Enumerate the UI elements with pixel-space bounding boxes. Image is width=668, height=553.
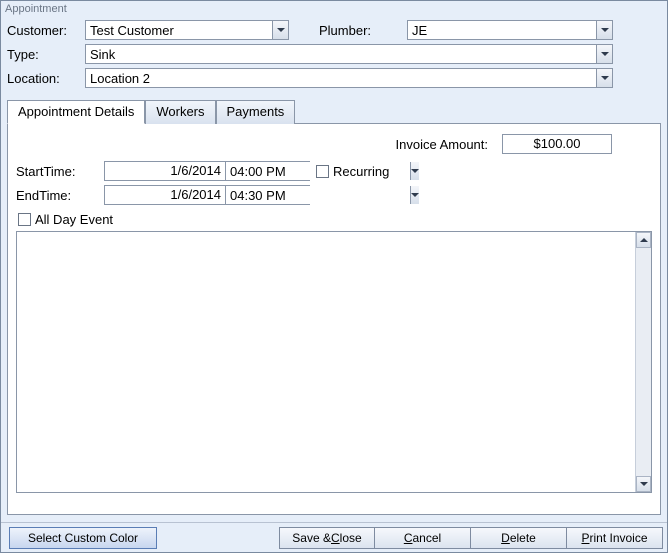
start-date-field[interactable]: 1/6/2014	[104, 161, 226, 181]
all-day-checkbox[interactable]	[18, 213, 31, 226]
type-label: Type:	[7, 47, 85, 62]
tab-strip: Appointment Details Workers Payments	[7, 99, 661, 123]
location-dropdown-button[interactable]	[596, 69, 612, 87]
chevron-down-icon	[601, 76, 609, 80]
button-bar: Select Custom Color Save & Close Cancel …	[1, 522, 667, 552]
chevron-down-icon	[640, 482, 648, 486]
end-time-label: EndTime:	[16, 188, 104, 203]
location-label: Location:	[7, 71, 85, 86]
end-time-dropdown-button[interactable]	[410, 186, 419, 204]
tabs-container: Appointment Details Workers Payments Inv…	[7, 99, 661, 517]
end-time-combo[interactable]	[225, 185, 310, 205]
save-close-button[interactable]: Save & Close	[279, 527, 375, 549]
chevron-up-icon	[640, 238, 648, 242]
select-custom-color-button[interactable]: Select Custom Color	[9, 527, 157, 549]
type-combo[interactable]	[85, 44, 613, 64]
scroll-down-button[interactable]	[636, 476, 651, 492]
invoice-amount-field[interactable]: $100.00	[502, 134, 612, 154]
notes-textarea[interactable]	[16, 231, 652, 493]
tab-panel-appointment-details: Invoice Amount: $100.00 StartTime: 1/6/2…	[7, 123, 661, 515]
end-date-field[interactable]: 1/6/2014	[104, 185, 226, 205]
invoice-amount-label: Invoice Amount:	[396, 137, 489, 152]
customer-label: Customer:	[7, 23, 85, 38]
customer-dropdown-button[interactable]	[272, 21, 288, 39]
location-combo[interactable]	[85, 68, 613, 88]
recurring-label: Recurring	[333, 164, 389, 179]
start-time-combo[interactable]	[225, 161, 310, 181]
end-time-input[interactable]	[226, 186, 410, 204]
start-time-label: StartTime:	[16, 164, 104, 179]
tab-workers[interactable]: Workers	[145, 100, 215, 124]
delete-button[interactable]: Delete	[471, 527, 567, 549]
all-day-label: All Day Event	[35, 212, 113, 227]
tab-appointment-details[interactable]: Appointment Details	[7, 100, 145, 124]
scroll-up-button[interactable]	[636, 232, 651, 248]
action-buttons: Save & Close Cancel Delete Print Invoice	[279, 527, 663, 549]
plumber-combo[interactable]	[407, 20, 613, 40]
appointment-window: Appointment Customer: Plumber: Type:	[0, 0, 668, 553]
form-area: Customer: Plumber: Type: Location:	[1, 17, 667, 93]
chevron-down-icon	[601, 28, 609, 32]
chevron-down-icon	[601, 52, 609, 56]
customer-combo[interactable]	[85, 20, 289, 40]
print-invoice-button[interactable]: Print Invoice	[567, 527, 663, 549]
plumber-dropdown-button[interactable]	[596, 21, 612, 39]
plumber-label: Plumber:	[319, 23, 407, 38]
cancel-button[interactable]: Cancel	[375, 527, 471, 549]
chevron-down-icon	[277, 28, 285, 32]
recurring-checkbox[interactable]	[316, 165, 329, 178]
window-title: Appointment	[1, 1, 667, 17]
chevron-down-icon	[411, 169, 419, 173]
plumber-input[interactable]	[408, 21, 596, 39]
location-input[interactable]	[86, 69, 596, 87]
customer-input[interactable]	[86, 21, 272, 39]
notes-scrollbar[interactable]	[635, 232, 651, 492]
type-dropdown-button[interactable]	[596, 45, 612, 63]
tab-payments[interactable]: Payments	[216, 100, 296, 124]
start-time-dropdown-button[interactable]	[410, 162, 419, 180]
type-input[interactable]	[86, 45, 596, 63]
chevron-down-icon	[411, 193, 419, 197]
